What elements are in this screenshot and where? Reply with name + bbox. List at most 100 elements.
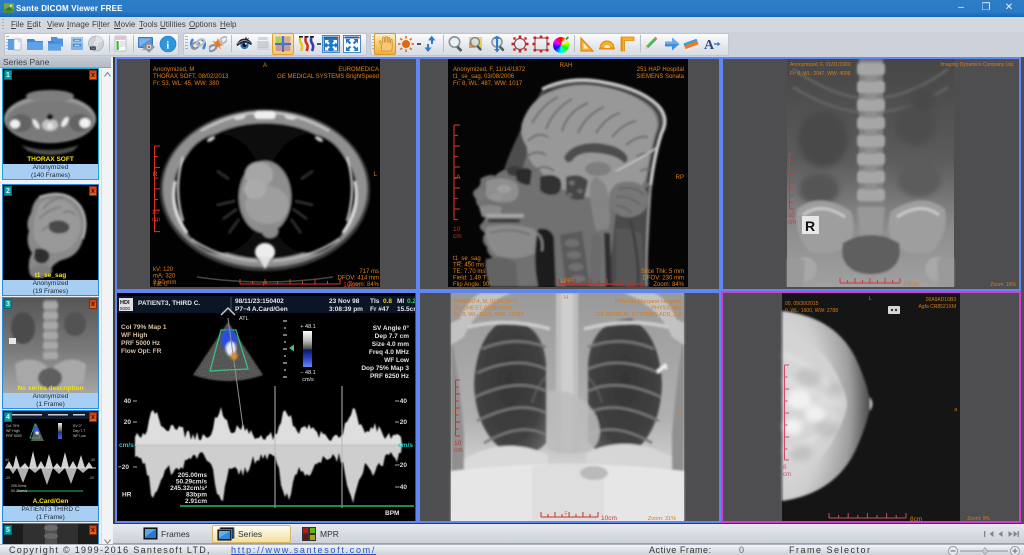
svg-text:PATIENT3, THIRD C.: PATIENT3, THIRD C.: [138, 300, 200, 307]
svg-text:10cm: 10cm: [343, 282, 360, 287]
svg-text:40: 40: [5, 458, 9, 462]
svg-text:205.00ms: 205.00ms: [11, 484, 27, 488]
svg-text:DVD: DVD: [91, 46, 97, 50]
svg-text:Dep 7.7 cm: Dep 7.7 cm: [375, 333, 410, 340]
svg-text:BPM: BPM: [385, 510, 399, 517]
svg-text:PRF 6250 Hz: PRF 6250 Hz: [370, 373, 410, 380]
svg-text:TR: 450 ms: TR: 450 ms: [453, 263, 484, 269]
svg-text:20: 20: [400, 419, 408, 426]
svg-text:5000: 5000: [120, 306, 131, 311]
svg-text:a: a: [954, 407, 957, 413]
svg-text:0, WL: 1600, WW: 2788: 0, WL: 1600, WW: 2788: [785, 308, 838, 314]
svg-text:mA: 320: mA: 320: [153, 274, 176, 280]
svg-text:A: A: [704, 38, 715, 53]
svg-text:GE MEDICAL SYSTEMS ADS_1.0: GE MEDICAL SYSTEMS ADS_1.0: [596, 312, 681, 318]
svg-text:40: 40: [400, 398, 408, 405]
svg-text:i: i: [166, 40, 169, 52]
svg-text:A: A: [263, 63, 267, 69]
svg-text:TE: 7.70 ms: TE: 7.70 ms: [453, 269, 485, 275]
svg-text:-20: -20: [5, 476, 10, 480]
svg-text:10cm: 10cm: [601, 515, 617, 521]
svg-text:GE MEDICAL SYSTEMS BrightSpeed: GE MEDICAL SYSTEMS BrightSpeed: [277, 74, 379, 80]
svg-text:EUROMEDICA: EUROMEDICA: [338, 67, 379, 73]
svg-text:WF Low: WF Low: [384, 357, 410, 364]
svg-text:Anonymized, F, 01/01/1900: Anonymized, F, 01/01/1900: [790, 62, 851, 68]
svg-text:t1_se_sag, 03/08/2006: t1_se_sag, 03/08/2006: [453, 74, 515, 80]
svg-text:Dop 75% Map 3: Dop 75% Map 3: [361, 365, 409, 372]
svg-text:cm: cm: [453, 233, 462, 240]
svg-text:L: L: [869, 296, 872, 302]
svg-text:cm: cm: [454, 447, 463, 454]
svg-text:PRF 5000 Hz: PRF 5000 Hz: [121, 340, 161, 347]
svg-text:10cm: 10cm: [626, 282, 643, 287]
svg-text:Flip Angle: 90°: Flip Angle: 90°: [453, 282, 492, 287]
svg-text:00, 09/30/2015: 00, 09/30/2015: [785, 301, 819, 307]
svg-text:Field: 1.49 T: Field: 1.49 T: [453, 276, 487, 282]
svg-text:Fr: 53, WL: 45, WW: 380: Fr: 53, WL: 45, WW: 380: [153, 81, 220, 87]
svg-text:cm: cm: [152, 217, 160, 223]
svg-text:DFOV: 230 mm: DFOV: 230 mm: [643, 276, 684, 282]
svg-text:10: 10: [152, 210, 159, 216]
svg-text:PHYSICIAN: PHYSICIAN: [651, 306, 681, 312]
svg-text:kV: 120: kV: 120: [153, 267, 174, 273]
svg-text:SIEMENS Sonata: SIEMENS Sonata: [636, 74, 684, 80]
svg-text:cm: cm: [788, 220, 796, 226]
svg-text:Zoom: 31%: Zoom: 31%: [648, 516, 676, 521]
svg-text:MI: MI: [397, 298, 404, 305]
svg-text:Col 79% Map 1: Col 79% Map 1: [121, 324, 167, 331]
svg-text:− 48.1: − 48.1: [300, 370, 315, 376]
svg-text:50.29cm/s: 50.29cm/s: [11, 489, 27, 493]
svg-text:Anonymized, M: Anonymized, M: [153, 67, 194, 73]
svg-text:RP: RP: [676, 175, 684, 181]
svg-text:RAH: RAH: [560, 63, 573, 69]
svg-text:40: 40: [124, 398, 132, 405]
svg-text:t1_se_sag: t1_se_sag: [453, 256, 481, 262]
svg-text:Zoom: 84%: Zoom: 84%: [653, 282, 684, 287]
svg-text:DX CHEST, 01/08/2001: DX CHEST, 01/08/2001: [454, 306, 512, 312]
svg-text:10: 10: [788, 213, 795, 219]
svg-text:Anonymized, F, 11/14/1872: Anonymized, F, 11/14/1872: [453, 67, 526, 73]
svg-text:L: L: [678, 409, 681, 415]
svg-text:THORAX SOFT, 08/02/2013: THORAX SOFT, 08/02/2013: [153, 74, 229, 80]
svg-text:cm/s: cm/s: [398, 442, 413, 449]
svg-text:23 Nov 98: 23 Nov 98: [329, 298, 360, 305]
svg-text:ATL: ATL: [239, 316, 249, 322]
svg-text:−20: −20: [118, 464, 129, 471]
svg-text:R: R: [805, 218, 815, 234]
svg-text:2.91cm: 2.91cm: [185, 498, 207, 505]
svg-text:cm/s: cm/s: [302, 377, 314, 383]
svg-text:Flow Opt: FR: Flow Opt: FR: [121, 348, 162, 355]
svg-text:20: 20: [124, 419, 132, 426]
svg-text:Slice Thk: 5 mm: Slice Thk: 5 mm: [641, 269, 684, 275]
svg-text:P7−4 A.Card/Gen: P7−4 A.Card/Gen: [235, 306, 288, 313]
svg-text:0.8: 0.8: [383, 298, 392, 305]
svg-text:15.5cm: 15.5cm: [397, 306, 415, 313]
svg-text:cm/s: cm/s: [119, 442, 134, 449]
svg-text:Zoom: 9%: Zoom: 9%: [967, 516, 990, 521]
svg-text:Freq 4.0 MHz: Freq 4.0 MHz: [369, 349, 410, 356]
svg-text:Fr #47: Fr #47: [370, 306, 390, 313]
svg-text:R: R: [153, 172, 158, 178]
svg-text:98/11/23:150402: 98/11/23:150402: [235, 298, 284, 305]
svg-text:Zoom: 16%: Zoom: 16%: [990, 282, 1016, 287]
svg-text:Agfa CR8521XM: Agfa CR8521XM: [918, 304, 956, 310]
svg-text:Dep 7.7: Dep 7.7: [73, 429, 85, 433]
svg-text:WF High: WF High: [121, 332, 147, 339]
svg-text:Col 79%: Col 79%: [6, 424, 19, 428]
svg-text:SV Angle 0°: SV Angle 0°: [373, 324, 410, 332]
svg-text:+ 48.1: + 48.1: [300, 324, 315, 330]
svg-text:3:08:39 pm: 3:08:39 pm: [329, 306, 363, 313]
svg-text:10: 10: [454, 440, 462, 447]
svg-text:Princess Margaret Hospital: Princess Margaret Hospital: [615, 299, 681, 305]
svg-text:10cm: 10cm: [903, 281, 919, 287]
svg-text:TIs: TIs: [370, 298, 380, 305]
svg-text:Imaging Dynamics Company Ltd.: Imaging Dynamics Company Ltd.: [940, 62, 1014, 68]
svg-text:PRF 5000: PRF 5000: [6, 434, 22, 438]
svg-text:Fr: 0, WL: 2047, WW: 4096: Fr: 0, WL: 2047, WW: 4096: [790, 71, 851, 77]
svg-text:40: 40: [91, 458, 95, 462]
svg-text:cm: cm: [783, 472, 791, 478]
svg-text:-20: -20: [89, 476, 94, 480]
svg-text:251 HAP Hospital: 251 HAP Hospital: [637, 67, 684, 73]
svg-text:WF High: WF High: [6, 429, 20, 433]
svg-text:PATIENT4, M, 01/01/1870: PATIENT4, M, 01/01/1870: [454, 299, 518, 305]
